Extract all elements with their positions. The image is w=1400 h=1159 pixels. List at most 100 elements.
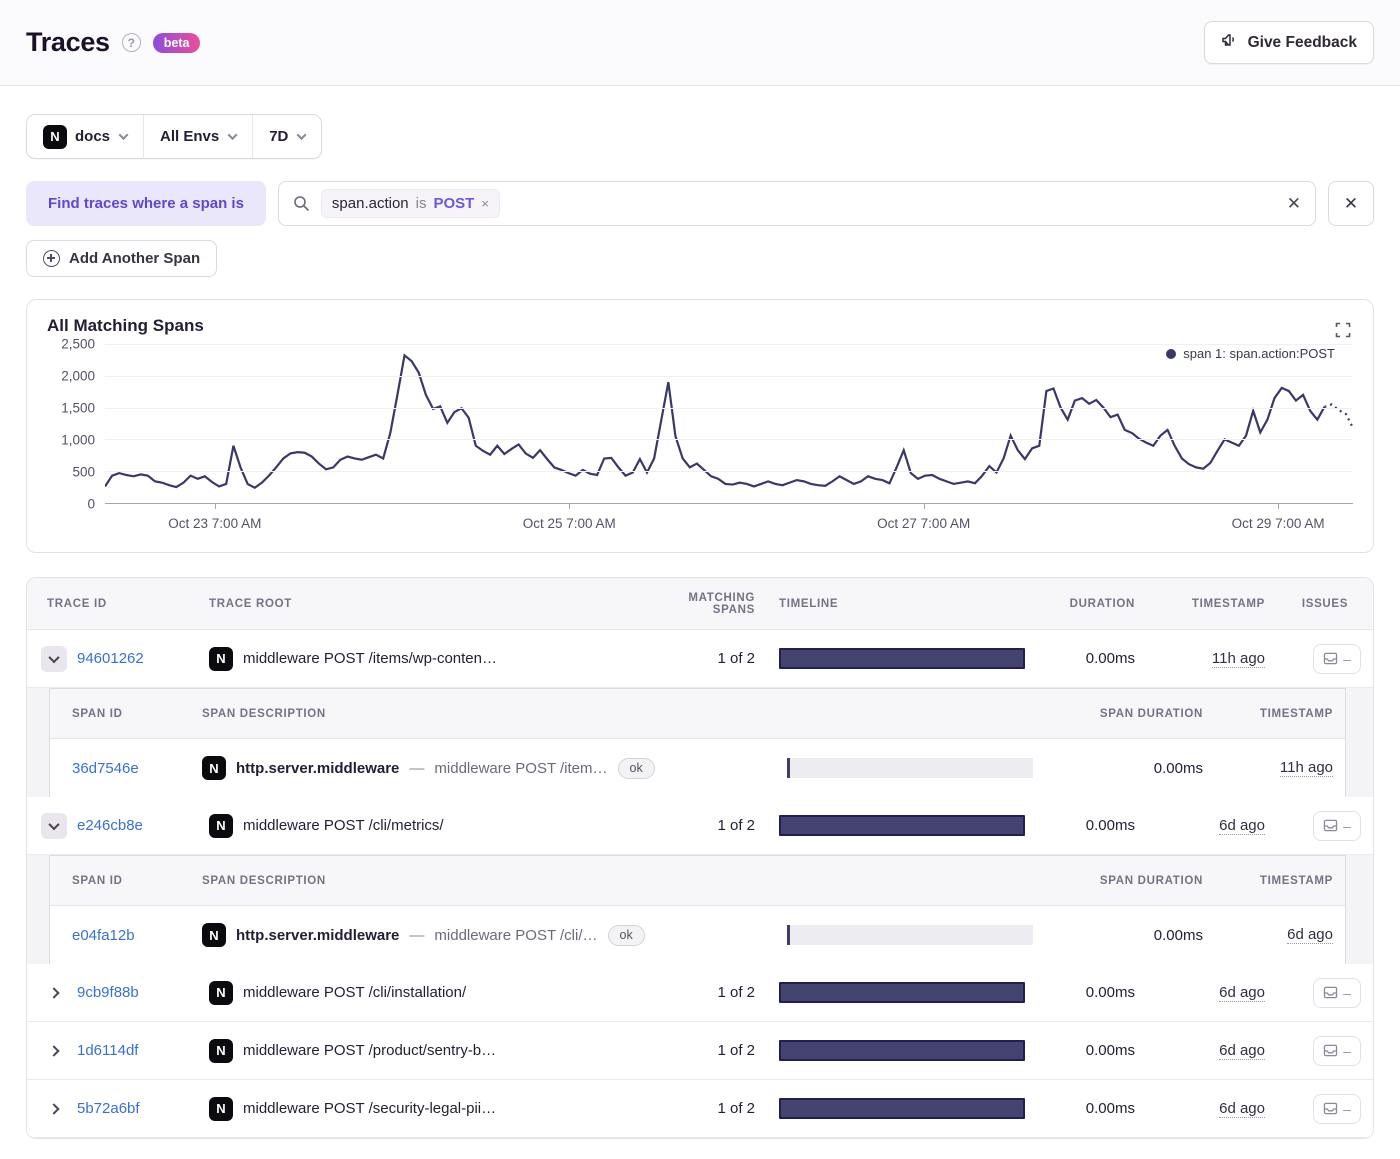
span-timeline-bar[interactable] [787, 925, 1033, 945]
token-remove-icon[interactable]: × [481, 196, 489, 211]
trace-id-link[interactable]: 5b72a6bf [77, 1100, 140, 1117]
table-row: 1d6114df N middleware POST /product/sent… [27, 1022, 1373, 1080]
timestamp-link[interactable]: 6d ago [1287, 926, 1333, 944]
timestamp-link[interactable]: 6d ago [1219, 817, 1265, 835]
y-axis-labels: 2,500 2,000 1,500 1,000 500 0 [47, 337, 105, 512]
span-table-header: SPAN ID SPAN DESCRIPTION SPAN DURATION T… [50, 689, 1345, 739]
y-tick-label: 2,000 [61, 368, 95, 384]
duration: 0.00ms [1085, 1042, 1135, 1059]
timeline-bar[interactable] [779, 1098, 1025, 1119]
gridline [105, 439, 1353, 441]
issue-box-icon [1323, 652, 1338, 665]
date-range-filter[interactable]: 7D [252, 115, 321, 158]
timeline-bar[interactable] [779, 815, 1025, 836]
x-tick-label: Oct 27 7:00 AM [877, 516, 971, 531]
span-search-input[interactable]: span.action is POST × ✕ [277, 181, 1316, 226]
gridline [105, 471, 1353, 473]
issues-button[interactable]: – [1313, 1035, 1361, 1066]
timeline-bar[interactable] [779, 1040, 1025, 1061]
issues-button[interactable]: – [1313, 643, 1361, 674]
x-tick [569, 504, 571, 509]
timeline-bar[interactable] [779, 648, 1025, 669]
y-tick-label: 500 [72, 464, 95, 480]
traces-table: TRACE ID TRACE ROOT MATCHING SPANS TIMEL… [26, 577, 1374, 1139]
issues-button[interactable]: – [1313, 977, 1361, 1008]
all-matching-spans-panel: All Matching Spans span 1: span.action:P… [26, 299, 1374, 553]
nextjs-project-icon: N [209, 813, 233, 838]
nextjs-project-icon: N [43, 124, 67, 149]
trace-id-link[interactable]: e246cb8e [77, 817, 143, 834]
span-id-link[interactable]: 36d7546e [72, 760, 139, 777]
nextjs-project-icon: N [209, 646, 233, 671]
issues-button[interactable]: – [1313, 810, 1361, 841]
expand-row-button[interactable] [48, 986, 60, 999]
span-row: 36d7546e N http.server.middleware — midd… [50, 739, 1345, 797]
matching-spans: 1 of 2 [717, 984, 755, 1001]
gridline [105, 407, 1353, 409]
issue-box-icon [1323, 1044, 1338, 1057]
nextjs-project-icon: N [209, 1038, 233, 1063]
timestamp-link[interactable]: 6d ago [1219, 1100, 1265, 1118]
y-tick-label: 1,000 [61, 432, 95, 448]
page-header: Traces ? beta Give Feedback [0, 0, 1400, 86]
spans-trend-chart[interactable] [105, 344, 1353, 504]
table-row: 5b72a6bf N middleware POST /security-leg… [27, 1080, 1373, 1138]
timeline-bar[interactable] [779, 982, 1025, 1003]
nextjs-project-icon: N [202, 923, 226, 947]
find-traces-label: Find traces where a span is [26, 181, 266, 226]
trace-root: middleware POST /security-legal-pii… [243, 1100, 497, 1117]
collapse-row-button[interactable] [41, 645, 67, 672]
span-status-badge: ok [617, 757, 655, 779]
remove-span-query-button[interactable]: ✕ [1328, 181, 1374, 226]
table-row: 9cb9f88b N middleware POST /cli/installa… [27, 964, 1373, 1022]
page-filter-bar: N docs All Envs 7D [26, 114, 323, 159]
issues-button[interactable]: – [1313, 1093, 1361, 1124]
expand-row-button[interactable] [48, 1044, 60, 1057]
chevron-down-icon [118, 130, 129, 141]
page-title: Traces [26, 27, 110, 57]
span-id-link[interactable]: e04fa12b [72, 927, 135, 944]
matching-spans: 1 of 2 [717, 817, 755, 834]
chevron-down-icon [48, 818, 60, 830]
timestamp-link[interactable]: 6d ago [1219, 1042, 1265, 1060]
query-token[interactable]: span.action is POST × [320, 189, 500, 218]
table-row: 94601262 N middleware POST /items/wp-con… [27, 630, 1373, 688]
close-icon: ✕ [1343, 193, 1359, 213]
x-tick [923, 504, 925, 509]
fullscreen-icon[interactable] [1335, 322, 1351, 343]
expand-row-button[interactable] [48, 1102, 60, 1115]
search-icon [294, 196, 309, 212]
collapse-row-button[interactable] [41, 812, 67, 839]
plus-circle-icon [43, 250, 60, 267]
chart-title: All Matching Spans [47, 316, 204, 335]
x-tick-label: Oct 25 7:00 AM [522, 516, 616, 531]
timestamp-link[interactable]: 11h ago [1279, 759, 1333, 777]
x-tick [1278, 504, 1280, 509]
trace-id-link[interactable]: 9cb9f88b [77, 984, 139, 1001]
environment-filter[interactable]: All Envs [143, 115, 252, 158]
give-feedback-button[interactable]: Give Feedback [1203, 21, 1374, 64]
nextjs-project-icon: N [209, 980, 233, 1005]
nextjs-project-icon: N [209, 1096, 233, 1121]
trace-id-link[interactable]: 1d6114df [77, 1042, 138, 1059]
chevron-down-icon [227, 130, 238, 141]
issue-box-icon [1323, 986, 1338, 999]
add-another-span-button[interactable]: Add Another Span [26, 240, 218, 277]
matching-spans: 1 of 2 [717, 1042, 755, 1059]
y-tick-label: 2,500 [61, 336, 95, 352]
trace-root: middleware POST /cli/installation/ [243, 984, 467, 1001]
span-duration: 0.00ms [1153, 759, 1203, 777]
trace-id-link[interactable]: 94601262 [77, 650, 144, 667]
timestamp-link[interactable]: 6d ago [1219, 984, 1265, 1002]
span-timeline-bar[interactable] [787, 758, 1033, 778]
project-filter[interactable]: N docs [27, 115, 143, 158]
table-row: e246cb8e N middleware POST /cli/metrics/… [27, 797, 1373, 855]
duration: 0.00ms [1085, 817, 1135, 834]
help-icon[interactable]: ? [121, 33, 141, 52]
y-tick-label: 0 [87, 496, 95, 512]
timestamp-link[interactable]: 11h ago [1211, 650, 1265, 668]
matching-spans: 1 of 2 [717, 1100, 755, 1117]
duration: 0.00ms [1085, 1100, 1135, 1117]
clear-search-icon[interactable]: ✕ [1287, 194, 1301, 214]
x-tick [214, 504, 216, 509]
